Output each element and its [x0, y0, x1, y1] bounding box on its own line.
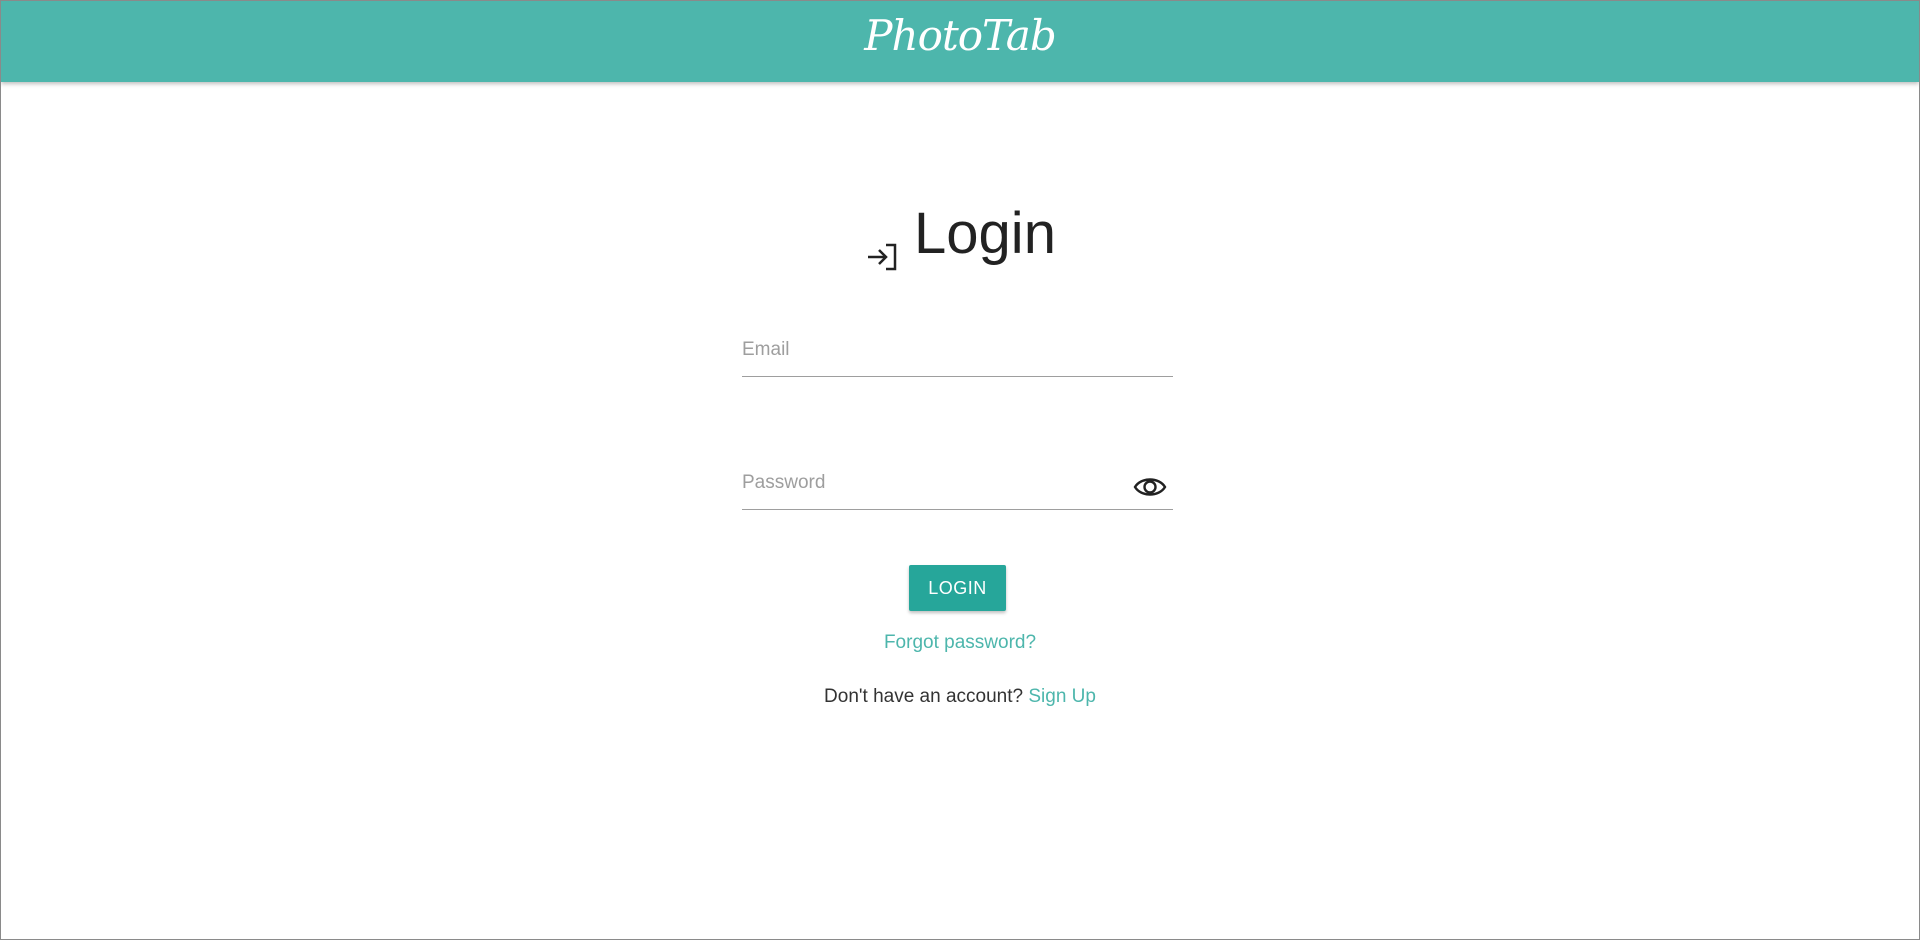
forgot-password-link[interactable]: Forgot password?: [1, 632, 1919, 654]
app-window: PhotoTab Login LOGIN: [0, 0, 1920, 940]
signup-prompt: Don't have an account? Sign Up: [1, 686, 1919, 708]
password-input[interactable]: [742, 469, 1112, 497]
login-page: Login LOGIN Forgot password? Don't have …: [1, 82, 1919, 939]
login-arrow-icon: [864, 216, 900, 270]
login-button[interactable]: LOGIN: [909, 565, 1006, 611]
top-navbar: PhotoTab: [1, 1, 1919, 82]
email-input[interactable]: [742, 336, 1112, 364]
login-heading: Login: [1, 194, 1919, 274]
brand-logo[interactable]: PhotoTab: [1, 11, 1919, 60]
eye-icon[interactable]: [1133, 473, 1167, 501]
page-title: Login: [914, 201, 1056, 266]
email-field: [742, 324, 1173, 377]
signup-prompt-text: Don't have an account?: [824, 686, 1024, 707]
signup-link[interactable]: Sign Up: [1028, 686, 1096, 707]
password-field: [742, 457, 1173, 510]
